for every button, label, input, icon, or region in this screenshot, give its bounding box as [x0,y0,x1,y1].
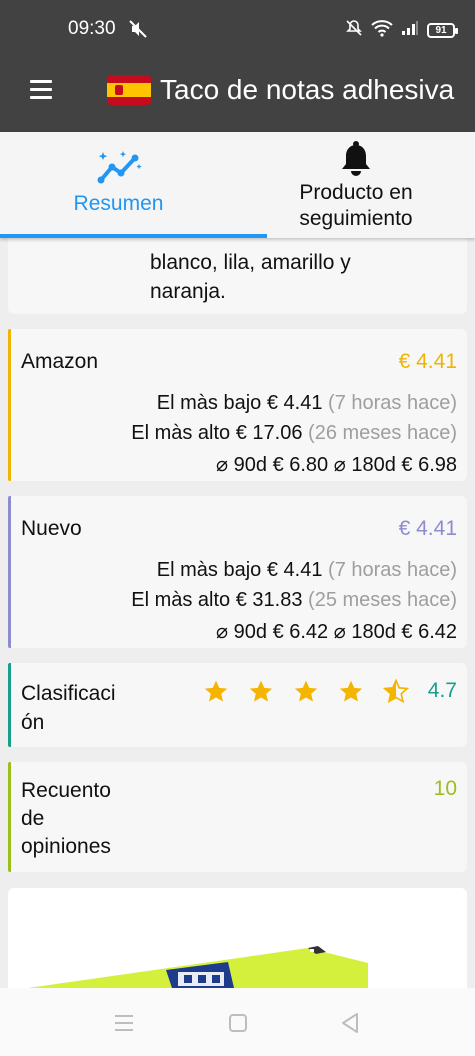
selected-tab-indicator [0,234,267,238]
star-half-icon [383,679,409,704]
new-title: Nuevo [21,517,82,540]
tab-label-line2: seguimiento [299,207,413,230]
recent-apps-icon[interactable] [114,1014,134,1037]
lowest-label: El màs bajo [156,392,262,414]
product-image-card[interactable] [8,888,467,988]
bell-icon [338,140,374,183]
highest-when: (25 meses hace) [308,589,457,611]
star-full-icon [294,680,318,702]
menu-icon[interactable] [30,80,52,100]
lowest-when: (7 horas hace) [328,559,457,581]
status-time: 09:30 [68,18,116,39]
reviews-count-value: 10 [433,777,457,800]
app-bar: Taco de notas adhesiva [0,60,475,132]
summary-content[interactable]: blanco, lila, amarillo y naranja. Amazon… [0,238,475,988]
tab-label-resumen: Resumen [73,192,164,215]
description-line2: naranja. [150,280,226,303]
star-full-icon [249,680,273,702]
battery-icon: 91 [427,23,458,38]
avg90-value: € 6.42 [272,621,329,643]
new-highest-row: El màs alto € 31.83 (25 meses hace) [131,589,457,612]
rating-stars [203,679,409,704]
new-price-card: Nuevo € 4.41 El màs bajo € 4.41 (7 horas… [8,496,467,648]
highest-label: El màs alto [131,589,231,611]
rating-label: Clasificaci ón [21,679,116,737]
reviews-count-label: Recuento de opiniones [21,777,111,861]
avg90-label: ⌀ 90d [216,621,267,643]
new-averages-row: ⌀ 90d € 6.42 ⌀ 180d € 6.42 [216,619,457,644]
lowest-price: € 4.41 [266,559,323,581]
avg180-label: ⌀ 180d [333,621,396,643]
system-nav-bar [0,988,475,1056]
description-line1: blanco, lila, amarillo y [150,251,351,274]
lowest-when: (7 horas hace) [328,392,457,414]
avg90-label: ⌀ 90d [216,454,267,476]
rating-value: 4.7 [427,679,457,702]
avg180-label: ⌀ 180d [333,454,396,476]
new-current-price: € 4.41 [398,517,457,540]
lowest-price: € 4.41 [266,392,323,414]
amazon-lowest-row: El màs bajo € 4.41 (7 horas hace) [157,392,457,415]
amazon-title: Amazon [21,350,99,373]
star-full-icon [339,680,363,702]
status-bar: 09:30 91 [0,0,475,60]
highest-price: € 17.06 [235,422,303,444]
new-lowest-row: El màs bajo € 4.41 (7 horas hace) [157,559,457,582]
signal-icon [401,20,419,41]
rating-label-line1: Clasificaci [21,682,116,705]
home-icon[interactable] [228,1013,248,1038]
avg180-value: € 6.42 [401,621,457,643]
description-card: blanco, lila, amarillo y naranja. [8,238,467,314]
tab-producto-en-seguimiento[interactable]: Producto en seguimiento [237,132,475,238]
tab-label-line1: Producto en [299,181,413,204]
notifications-off-icon [345,19,363,42]
spain-flag-icon [107,75,151,105]
mute-icon [128,19,148,44]
reviews-label-line3: opiniones [21,835,111,858]
product-image [28,946,368,988]
amazon-current-price: € 4.41 [398,350,457,373]
rating-label-line2: ón [21,711,45,734]
amazon-averages-row: ⌀ 90d € 6.80 ⌀ 180d € 6.98 [216,452,457,477]
tab-bar: Resumen Producto en seguimiento [0,132,475,238]
amazon-price-card: Amazon € 4.41 El màs bajo € 4.41 (7 hora… [8,329,467,481]
reviews-label-line1: Recuento [21,779,111,802]
avg180-value: € 6.98 [401,454,457,476]
reviews-count-card: Recuento de opiniones 10 [8,762,467,872]
wifi-icon [371,19,393,42]
star-full-icon [204,680,228,702]
highest-when: (26 meses hace) [308,422,457,444]
description-text: blanco, lila, amarillo y naranja. [150,248,351,306]
back-icon[interactable] [340,1012,360,1039]
rating-card: Clasificaci ón 4.7 [8,663,467,747]
avg90-value: € 6.80 [272,454,329,476]
trend-sparkle-icon [95,150,143,191]
tab-label-producto: Producto en seguimiento [237,180,475,232]
highest-label: El màs alto [131,422,231,444]
tab-resumen[interactable]: Resumen [0,132,237,238]
app-title: Taco de notas adhesiva [160,74,455,105]
lowest-label: El màs bajo [156,559,262,581]
reviews-label-line2: de [21,807,45,830]
amazon-highest-row: El màs alto € 17.06 (26 meses hace) [131,422,457,445]
highest-price: € 31.83 [235,589,303,611]
